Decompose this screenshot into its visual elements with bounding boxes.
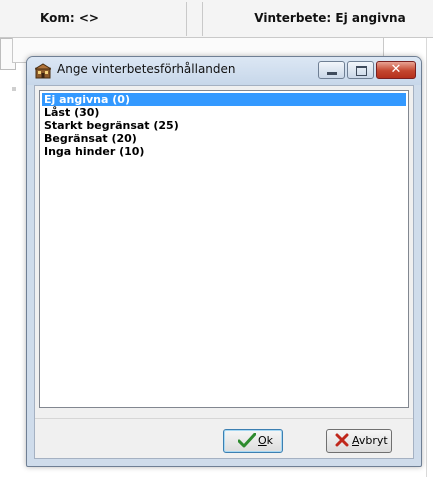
- cancel-label: Avbryt: [352, 434, 388, 447]
- maximize-icon: [356, 66, 367, 76]
- list-item[interactable]: Begränsat (20): [42, 132, 406, 145]
- cancel-button[interactable]: Avbryt: [326, 429, 392, 453]
- background-divider: [426, 38, 427, 477]
- close-icon: ✕: [390, 62, 402, 77]
- dialog-client-area: Ej angivna (0) Låst (30) Starkt begränsa…: [34, 85, 414, 459]
- vinterbete-dialog: Ange vinterbetesförhållanden ✕ Ej angivn…: [26, 56, 422, 467]
- ok-button[interactable]: Ok: [223, 429, 283, 453]
- list-item[interactable]: Inga hinder (10): [42, 145, 406, 158]
- dialog-title-bar[interactable]: Ange vinterbetesförhållanden ✕: [27, 57, 421, 85]
- app-building-icon: [33, 63, 53, 79]
- ok-label: Ok: [258, 434, 274, 447]
- list-item[interactable]: Starkt begränsat (25): [42, 119, 406, 132]
- dialog-button-bar: Ok Avbryt: [35, 418, 413, 459]
- conditions-listbox[interactable]: Ej angivna (0) Låst (30) Starkt begränsa…: [39, 90, 409, 408]
- dialog-title: Ange vinterbetesförhållanden: [57, 62, 236, 76]
- checkmark-icon: [237, 432, 257, 451]
- column-divider: [186, 2, 187, 36]
- background-marker: [12, 87, 16, 91]
- column-header-kom[interactable]: Kom: <>: [40, 0, 99, 37]
- background-header: Kom: <> Vinterbete: Ej angivna: [0, 0, 433, 38]
- column-header-vinterbete[interactable]: Vinterbete: Ej angivna: [230, 0, 430, 37]
- close-button[interactable]: ✕: [376, 61, 416, 79]
- x-icon: [335, 433, 349, 450]
- column-divider: [202, 2, 203, 36]
- list-item[interactable]: Ej angivna (0): [42, 93, 406, 106]
- maximize-button[interactable]: [347, 61, 374, 79]
- minimize-icon: [327, 72, 337, 75]
- minimize-button[interactable]: [318, 61, 345, 79]
- list-item[interactable]: Låst (30): [42, 106, 406, 119]
